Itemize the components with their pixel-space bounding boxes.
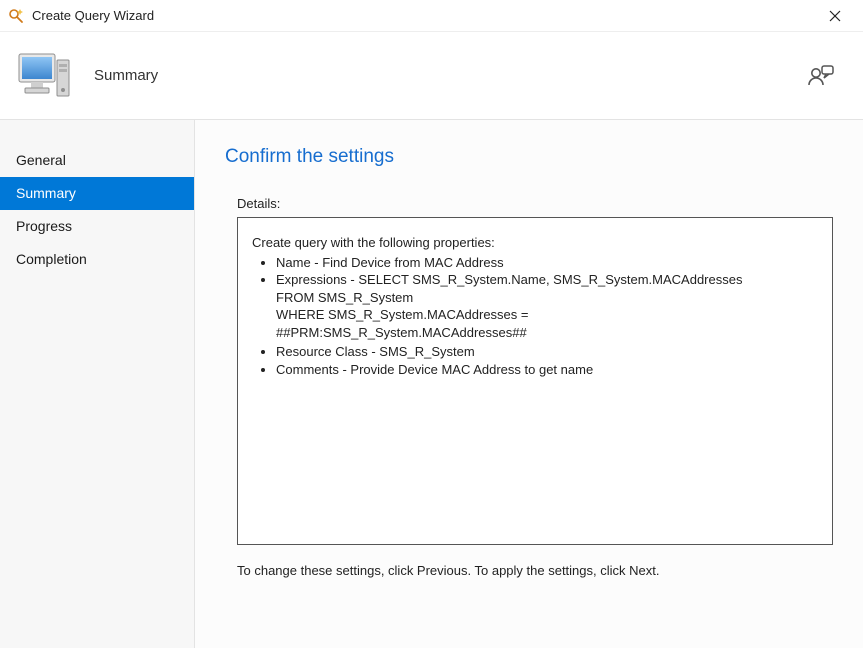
page-title: Summary: [94, 67, 158, 84]
sidebar-item-label: Summary: [16, 185, 76, 201]
content-heading: Confirm the settings: [225, 146, 833, 168]
detail-expressions-line4: ##PRM:SMS_R_System.MACAddresses##: [252, 324, 818, 342]
details-box: Create query with the following properti…: [237, 217, 833, 545]
detail-name: Name - Find Device from MAC Address: [276, 254, 818, 272]
close-button[interactable]: [815, 2, 855, 30]
detail-expressions-line2: FROM SMS_R_System: [252, 289, 818, 307]
details-label: Details:: [237, 196, 833, 211]
titlebar: Create Query Wizard: [0, 0, 863, 32]
wizard-icon: [8, 8, 24, 24]
wizard-header: Summary: [0, 32, 863, 120]
footer-note: To change these settings, click Previous…: [237, 563, 833, 578]
content-panel: Confirm the settings Details: Create que…: [195, 120, 863, 648]
detail-expressions-line3: WHERE SMS_R_System.MACAddresses =: [252, 306, 818, 324]
details-intro: Create query with the following properti…: [252, 234, 818, 252]
sidebar-item-general[interactable]: General: [0, 144, 194, 177]
sidebar-item-label: Completion: [16, 251, 87, 267]
sidebar-item-label: Progress: [16, 218, 72, 234]
sidebar-item-completion[interactable]: Completion: [0, 243, 194, 276]
detail-comments: Comments - Provide Device MAC Address to…: [276, 361, 818, 379]
detail-resource-class: Resource Class - SMS_R_System: [276, 343, 818, 361]
details-list-cont: Resource Class - SMS_R_System Comments -…: [252, 343, 818, 378]
detail-expressions: Expressions - SELECT SMS_R_System.Name, …: [276, 271, 818, 289]
sidebar-item-summary[interactable]: Summary: [0, 177, 194, 210]
details-list: Name - Find Device from MAC Address Expr…: [252, 254, 818, 289]
computer-icon: [14, 47, 76, 105]
feedback-icon[interactable]: [807, 65, 835, 87]
wizard-steps-sidebar: General Summary Progress Completion: [0, 120, 195, 648]
sidebar-item-progress[interactable]: Progress: [0, 210, 194, 243]
sidebar-item-label: General: [16, 152, 66, 168]
window-title: Create Query Wizard: [32, 8, 815, 23]
